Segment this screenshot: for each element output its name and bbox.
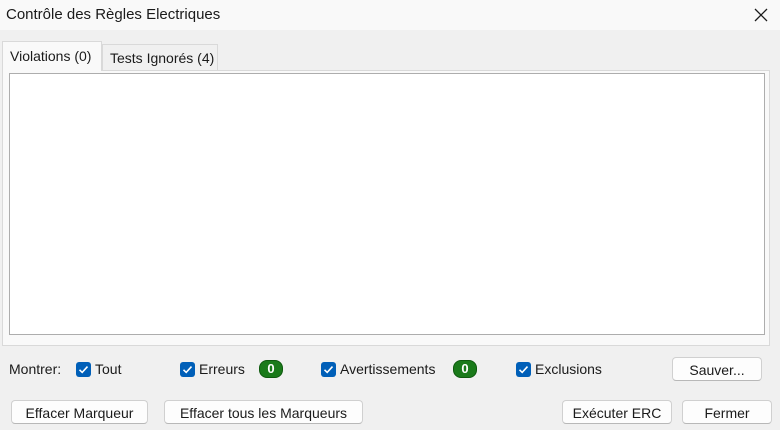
warnings-checkbox-label: Avertissements (340, 361, 436, 377)
all-checkbox[interactable]: Tout (76, 361, 121, 377)
checkbox-checked-icon (76, 361, 91, 377)
close-icon[interactable] (748, 2, 774, 28)
filter-row: Montrer: Tout Erreurs 0 Avertissements 0… (0, 358, 780, 382)
clear-all-markers-button[interactable]: Effacer tous les Marqueurs (164, 400, 363, 424)
errors-checkbox-label: Erreurs (199, 361, 245, 377)
tab-violations[interactable]: Violations (0) (2, 41, 102, 71)
run-erc-button[interactable]: Exécuter ERC (562, 400, 672, 424)
show-label: Montrer: (9, 361, 62, 377)
window-title: Contrôle des Règles Electriques (6, 6, 221, 23)
save-button[interactable]: Sauver... (672, 357, 762, 381)
exclusions-checkbox-label: Exclusions (535, 361, 602, 377)
close-button[interactable]: Fermer (682, 400, 772, 424)
clear-marker-button[interactable]: Effacer Marqueur (11, 400, 148, 424)
warnings-count-badge: 0 (453, 360, 477, 378)
title-bar: Contrôle des Règles Electriques (0, 0, 780, 30)
errors-count-badge: 0 (259, 360, 283, 378)
checkbox-checked-icon (321, 361, 336, 377)
violations-panel (2, 70, 770, 346)
checkbox-checked-icon (180, 361, 195, 377)
tab-ignored-tests[interactable]: Tests Ignorés (4) (102, 44, 218, 71)
errors-checkbox[interactable]: Erreurs (180, 361, 245, 377)
violations-list[interactable] (9, 73, 765, 335)
warnings-checkbox[interactable]: Avertissements (321, 361, 435, 377)
exclusions-checkbox[interactable]: Exclusions (516, 361, 602, 377)
all-checkbox-label: Tout (95, 361, 122, 377)
checkbox-checked-icon (516, 361, 531, 377)
